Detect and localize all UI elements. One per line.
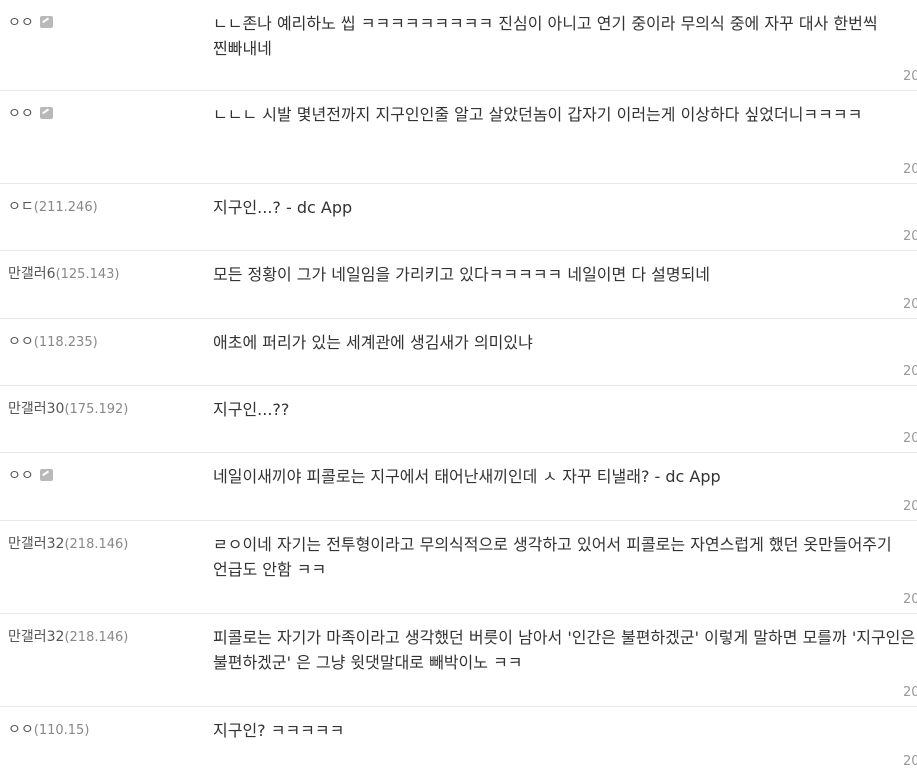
author-ip: (218.146) xyxy=(64,630,129,645)
comment-author[interactable]: 만갤러30(175.192) xyxy=(8,400,128,419)
author-nick[interactable]: ㅇㅇ xyxy=(8,334,34,350)
author-ip: (211.246) xyxy=(33,200,98,215)
author-nick[interactable]: ㅇㅇ xyxy=(8,15,34,31)
comment-date: 20 xyxy=(903,297,917,312)
author-nick[interactable]: 만갤러32 xyxy=(8,536,64,552)
comment-text: 네일이새끼야 피콜로는 지구에서 태어난새끼인데 ㅅ 자꾸 티낼래? - dc … xyxy=(213,467,721,486)
author-nick[interactable]: ㅇㄷ xyxy=(8,199,34,215)
comment-text: ㄴㄴㄴ 시발 몇년전까지 지구인인줄 알고 살았던놈이 갑자기 이러는게 이상하… xyxy=(213,105,863,124)
author-ip: (175.192) xyxy=(64,402,129,417)
comment-text: ㄹㅇ이네 자기는 전투형이라고 무의식적으로 생각하고 있어서 피콜로는 자연스… xyxy=(213,535,892,579)
comment-date: 20 xyxy=(903,364,917,379)
comment-text: 피콜로는 자기가 마족이라고 생각했던 버릇이 남아서 '인간은 불편하겠군' … xyxy=(213,628,916,672)
comment-text: 모든 정황이 그가 네일임을 가리키고 있다ㅋㅋㅋㅋㅋ 네일이면 다 설명되네 xyxy=(213,265,711,284)
comment-author[interactable]: ㅇㅇ(110.15) xyxy=(8,721,89,740)
author-nick[interactable]: ㅇㅇ xyxy=(8,722,34,738)
comment-row: ㅇㅇ(110.15) 지구인? ㅋㅋㅋㅋㅋ 20 xyxy=(0,707,917,771)
fixed-nick-icon xyxy=(39,16,53,28)
comment-date: 20 xyxy=(903,592,917,607)
comment-date: 20 xyxy=(903,754,917,769)
comment-date: 20 xyxy=(903,685,917,700)
comment-text: 지구인...?? xyxy=(213,400,290,419)
comment-author[interactable]: ㅇㅇ xyxy=(8,105,53,124)
comment-text: ㄴㄴ존나 예리하노 씹 ㅋㅋㅋㅋㅋㅋㅋㅋㅋ 진심이 아니고 연기 중이라 무의식… xyxy=(213,14,878,58)
author-nick[interactable]: ㅇㅇ xyxy=(8,468,34,484)
comment-text: 지구인...? - dc App xyxy=(213,198,353,217)
comment-row: ㅇㅇ 네일이새끼야 피콜로는 지구에서 태어난새끼인데 ㅅ 자꾸 티낼래? - … xyxy=(0,453,917,521)
comment-author[interactable]: 만갤러32(218.146) xyxy=(8,535,128,554)
comment-row: 만갤러32(218.146) ㄹㅇ이네 자기는 전투형이라고 무의식적으로 생각… xyxy=(0,521,917,614)
comment-date: 20 xyxy=(903,162,917,177)
comment-author[interactable]: ㅇㅇ(118.235) xyxy=(8,333,98,352)
comment-row: ㅇㅇ ㄴㄴㄴ 시발 몇년전까지 지구인인줄 알고 살았던놈이 갑자기 이러는게 … xyxy=(0,91,917,184)
author-nick[interactable]: 만갤러6 xyxy=(8,266,56,282)
comment-text: 애초에 퍼리가 있는 세계관에 생김새가 의미있냐 xyxy=(213,333,533,352)
comment-date: 20 xyxy=(903,229,917,244)
fixed-nick-icon xyxy=(39,469,53,481)
author-ip: (110.15) xyxy=(33,723,90,738)
comment-author[interactable]: ㅇㅇ xyxy=(8,14,53,33)
comment-date: 20 xyxy=(903,499,917,514)
comment-row: 만갤러30(175.192) 지구인...?? 20 xyxy=(0,386,917,453)
comment-text: 지구인? ㅋㅋㅋㅋㅋ xyxy=(213,721,345,740)
author-ip: (218.146) xyxy=(64,537,129,552)
comment-row: ㅇㅇ(118.235) 애초에 퍼리가 있는 세계관에 생김새가 의미있냐 20 xyxy=(0,319,917,386)
comment-date: 20 xyxy=(903,69,917,84)
comment-row: ㅇㄷ(211.246) 지구인...? - dc App 20 xyxy=(0,184,917,251)
author-ip: (118.235) xyxy=(33,335,98,350)
author-nick[interactable]: 만갤러32 xyxy=(8,629,64,645)
comment-row: ㅇㅇ ㄴㄴ존나 예리하노 씹 ㅋㅋㅋㅋㅋㅋㅋㅋㅋ 진심이 아니고 연기 중이라 … xyxy=(0,0,917,91)
comment-author[interactable]: 만갤러6(125.143) xyxy=(8,265,119,284)
fixed-nick-icon xyxy=(39,107,53,119)
comment-list: ㅇㅇ ㄴㄴ존나 예리하노 씹 ㅋㅋㅋㅋㅋㅋㅋㅋㅋ 진심이 아니고 연기 중이라 … xyxy=(0,0,917,771)
comment-author[interactable]: 만갤러32(218.146) xyxy=(8,628,128,647)
comment-author[interactable]: ㅇㅇ xyxy=(8,467,53,486)
comment-date: 20 xyxy=(903,431,917,446)
comment-row: 만갤러6(125.143) 모든 정황이 그가 네일임을 가리키고 있다ㅋㅋㅋㅋ… xyxy=(0,251,917,319)
comment-row: 만갤러32(218.146) 피콜로는 자기가 마족이라고 생각했던 버릇이 남… xyxy=(0,614,917,707)
author-nick[interactable]: ㅇㅇ xyxy=(8,106,34,122)
author-nick[interactable]: 만갤러30 xyxy=(8,401,64,417)
author-ip: (125.143) xyxy=(55,267,120,282)
comment-author[interactable]: ㅇㄷ(211.246) xyxy=(8,198,98,217)
